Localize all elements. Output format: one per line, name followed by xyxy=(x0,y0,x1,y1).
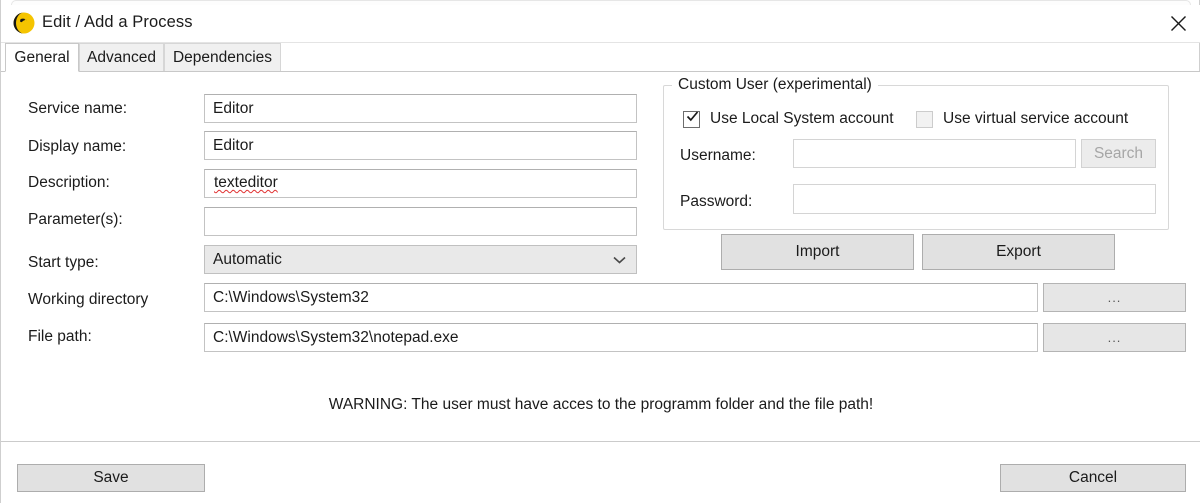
window-title: Edit / Add a Process xyxy=(42,13,193,31)
cancel-button-label: Cancel xyxy=(1068,469,1118,486)
edit-add-process-dialog: Edit / Add a Process General Advanced De… xyxy=(0,0,1200,503)
display-name-label: Display name: xyxy=(28,138,127,155)
password-label: Password: xyxy=(680,193,753,210)
tab-advanced-label: Advanced xyxy=(87,48,156,66)
file-path-browse-label: ... xyxy=(1107,330,1122,345)
import-button-label: Import xyxy=(795,243,840,260)
description-label: Description: xyxy=(28,174,110,191)
working-directory-input[interactable] xyxy=(204,283,1038,312)
chevron-down-icon xyxy=(613,254,626,266)
general-tab-panel: Service name: Display name: Description:… xyxy=(1,71,1200,441)
file-path-input[interactable] xyxy=(204,323,1038,352)
file-path-label: File path: xyxy=(28,328,92,345)
warning-text: WARNING: The user must have acces to the… xyxy=(328,396,874,413)
cancel-button[interactable]: Cancel xyxy=(1000,464,1186,492)
dialog-footer: Save Cancel xyxy=(1,441,1200,503)
tab-strip: General Advanced Dependencies xyxy=(1,43,1200,72)
service-name-label: Service name: xyxy=(28,100,128,117)
use-virtual-service-checkbox: Use virtual service account xyxy=(916,110,1128,128)
tab-general[interactable]: General xyxy=(5,43,79,72)
title-bar: Edit / Add a Process xyxy=(1,5,1200,43)
service-name-input[interactable] xyxy=(204,94,637,123)
start-type-value: Automatic xyxy=(213,250,282,268)
tab-advanced[interactable]: Advanced xyxy=(79,43,164,72)
search-button-label: Search xyxy=(1093,144,1144,162)
import-button[interactable]: Import xyxy=(721,234,914,270)
use-virtual-service-label: Use virtual service account xyxy=(943,110,1129,127)
checkbox-unchecked-icon xyxy=(916,110,933,128)
export-button-label: Export xyxy=(996,243,1041,260)
password-input[interactable] xyxy=(793,184,1156,214)
parameters-label: Parameter(s): xyxy=(28,211,123,228)
app-logo-icon xyxy=(13,12,35,34)
description-value: texteditor xyxy=(214,174,278,191)
working-directory-browse-label: ... xyxy=(1107,290,1122,305)
save-button-label: Save xyxy=(93,469,129,486)
search-button[interactable]: Search xyxy=(1081,139,1156,168)
parameters-input[interactable] xyxy=(204,207,637,236)
display-name-input[interactable] xyxy=(204,131,637,160)
checkbox-checked-icon xyxy=(683,110,700,128)
username-label: Username: xyxy=(680,147,756,164)
save-button[interactable]: Save xyxy=(17,464,205,492)
start-type-label: Start type: xyxy=(28,254,99,271)
start-type-select[interactable]: Automatic xyxy=(204,245,637,274)
close-icon[interactable] xyxy=(1155,5,1200,42)
custom-user-title: Custom User (experimental) xyxy=(672,76,878,94)
file-path-browse-button[interactable]: ... xyxy=(1043,323,1186,352)
use-local-system-checkbox[interactable]: Use Local System account xyxy=(683,110,894,128)
username-input[interactable] xyxy=(793,139,1076,168)
tab-general-label: General xyxy=(14,48,70,66)
working-directory-label: Working directory xyxy=(28,291,149,308)
use-local-system-label: Use Local System account xyxy=(710,110,894,127)
description-input[interactable]: texteditor xyxy=(204,169,637,198)
export-button[interactable]: Export xyxy=(922,234,1115,270)
tab-dependencies[interactable]: Dependencies xyxy=(164,43,281,72)
working-directory-browse-button[interactable]: ... xyxy=(1043,283,1186,312)
tab-dependencies-label: Dependencies xyxy=(172,48,273,66)
